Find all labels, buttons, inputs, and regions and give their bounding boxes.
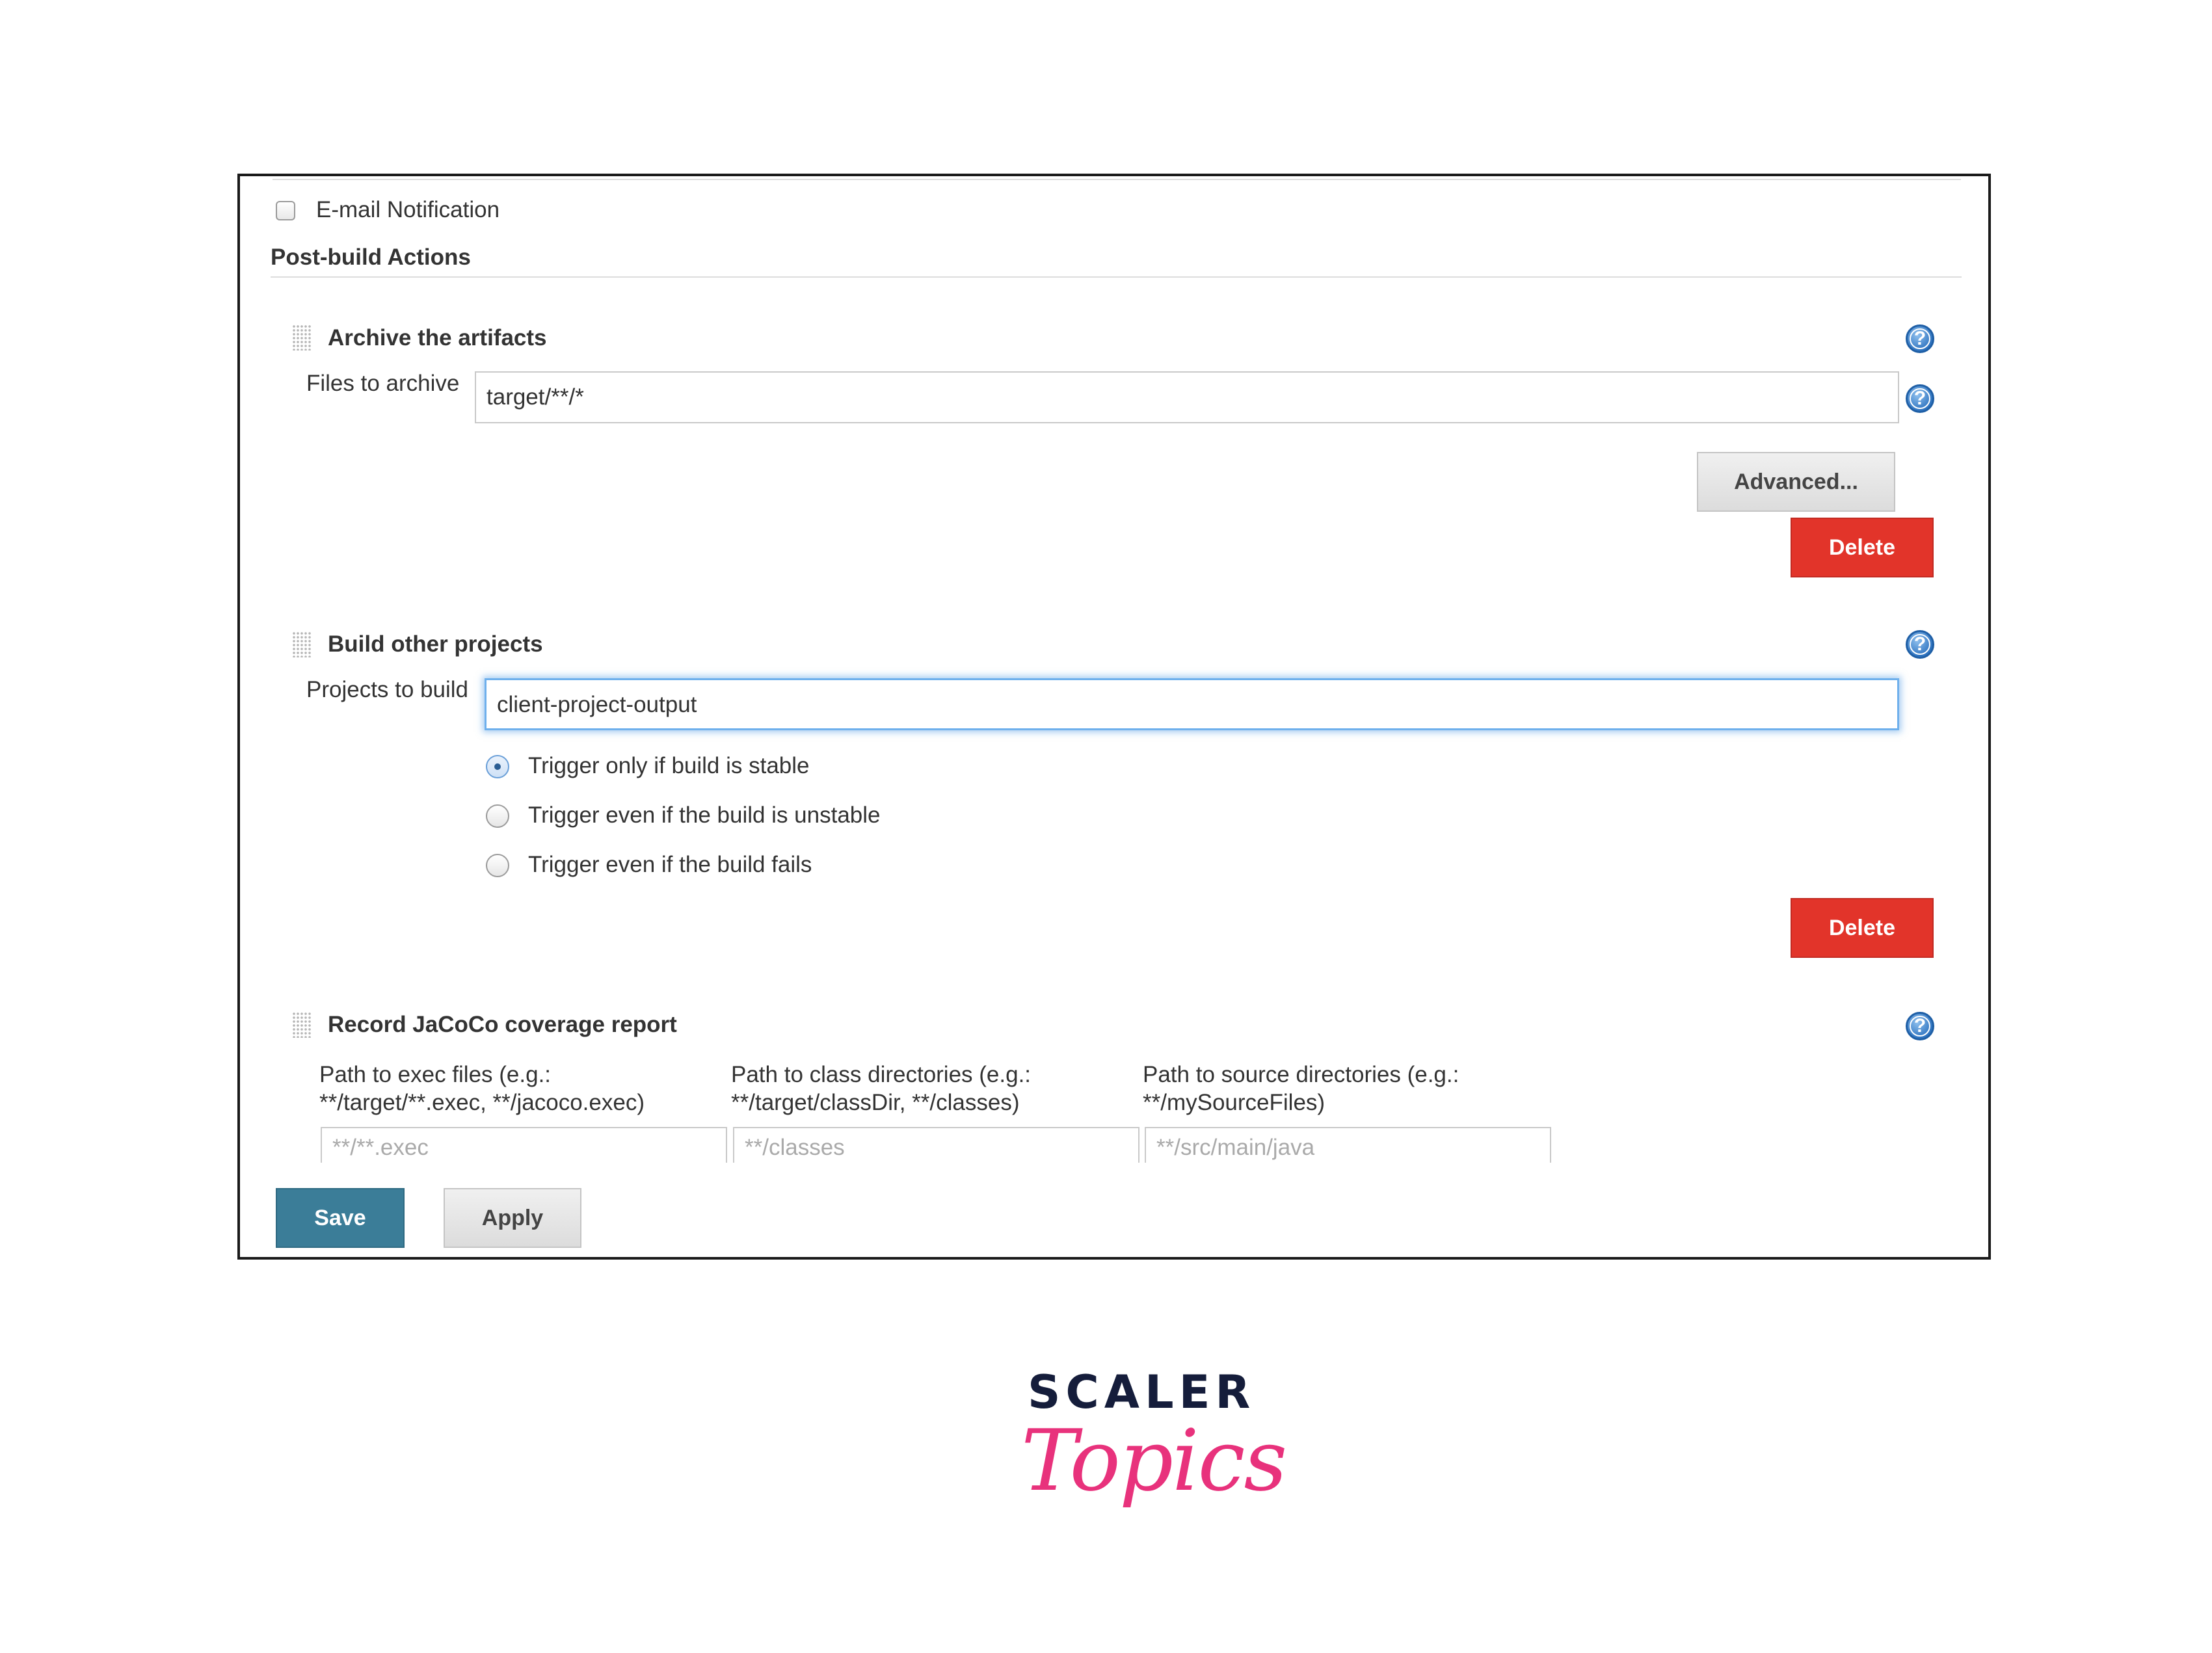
email-notification-checkbox[interactable] [276, 201, 295, 220]
help-icon[interactable]: ? [1906, 630, 1934, 659]
class-directories-input[interactable]: **/classes [733, 1127, 1139, 1166]
help-icon[interactable]: ? [1906, 324, 1934, 353]
trigger-stable-radio[interactable] [486, 755, 509, 778]
build-other-delete-button[interactable]: Delete [1791, 898, 1934, 958]
drag-handle-icon[interactable] [292, 631, 312, 657]
projects-to-build-input[interactable]: client-project-output [485, 678, 1899, 730]
logo-topics-text: Topics [1021, 1411, 1287, 1510]
source-directories-label: Path to source directories (e.g.: **/myS… [1143, 1062, 1459, 1115]
advanced-button[interactable]: Advanced... [1697, 452, 1895, 512]
trigger-fails-label: Trigger even if the build fails [528, 852, 812, 877]
exec-files-label: Path to exec files (e.g.: **/target/**.e… [319, 1062, 645, 1115]
trigger-fails-radio[interactable] [486, 854, 509, 877]
apply-button[interactable]: Apply [444, 1188, 581, 1248]
class-directories-label: Path to class directories (e.g.: **/targ… [731, 1062, 1032, 1115]
trigger-unstable-label: Trigger even if the build is unstable [528, 802, 881, 828]
files-to-archive-input[interactable]: target/**/* [475, 371, 1899, 423]
drag-handle-icon[interactable] [292, 324, 312, 350]
exec-files-input[interactable]: **/**.exec [321, 1127, 727, 1166]
build-other-section-title: Build other projects [328, 631, 543, 657]
source-directories-input[interactable]: **/src/main/java [1145, 1127, 1551, 1166]
help-icon[interactable]: ? [1906, 1012, 1934, 1040]
jenkins-config-panel: E-mail Notification Post-build Actions A… [237, 174, 1991, 1260]
jacoco-section-title: Record JaCoCo coverage report [328, 1012, 677, 1037]
save-button[interactable]: Save [276, 1188, 405, 1248]
trigger-unstable-radio[interactable] [486, 804, 509, 828]
email-notification-label: E-mail Notification [316, 197, 500, 222]
scaler-topics-logo: SCALER Topics [1015, 1366, 1287, 1535]
projects-to-build-label: Projects to build [306, 677, 469, 702]
trigger-stable-label: Trigger only if build is stable [528, 753, 810, 778]
top-divider [273, 179, 1961, 180]
files-to-archive-label: Files to archive [306, 371, 460, 396]
help-icon[interactable]: ? [1906, 384, 1934, 413]
drag-handle-icon[interactable] [292, 1012, 312, 1038]
post-build-heading: Post-build Actions [271, 245, 471, 270]
archive-section-title: Archive the artifacts [328, 325, 547, 350]
archive-delete-button[interactable]: Delete [1791, 518, 1934, 577]
section-divider [271, 276, 1962, 278]
